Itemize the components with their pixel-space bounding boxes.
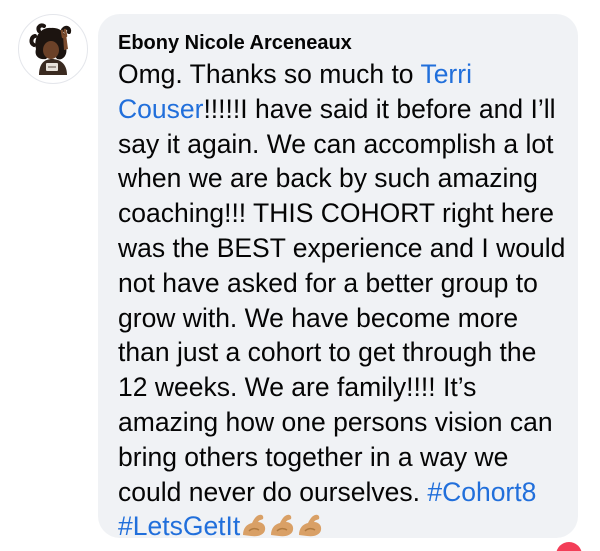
- comment-line: #LetsGetIt: [118, 509, 560, 548]
- mention-link[interactable]: Couser: [118, 94, 203, 124]
- comment-line: bring others together in a way we: [118, 441, 509, 472]
- avatar[interactable]: [18, 14, 88, 84]
- comment-text-segment: Omg. Thanks so much to: [118, 59, 421, 89]
- comment-line: 12 weeks. We are family!!!! It’s: [118, 372, 477, 403]
- avatar-photo-icon: [20, 16, 86, 82]
- comment-line: coaching!!! THIS COHORT right here: [118, 198, 554, 229]
- comment-text-segment: could never do ourselves.: [118, 476, 428, 507]
- flexed-biceps-icon: [240, 511, 268, 548]
- comment-line: say it again. We can accomplish a lot: [118, 128, 554, 159]
- hashtag-link[interactable]: #Cohort8: [427, 477, 536, 507]
- comment-line: was the BEST experience and I would: [118, 232, 566, 263]
- comment-text-segment: !!!!!I have said it before and I’ll: [203, 93, 556, 124]
- flexed-biceps-icon: [268, 511, 296, 548]
- comment-author-name[interactable]: Ebony Nicole Arceneaux: [118, 30, 560, 56]
- comment-text: Omg. Thanks so much to Terri Couser!!!!!…: [118, 57, 566, 548]
- flexed-biceps-icon: [296, 511, 324, 548]
- comment-line: grow with. We have become more: [118, 302, 519, 333]
- hashtag-link[interactable]: #LetsGetIt: [118, 511, 240, 541]
- comment-screenshot: Ebony Nicole Arceneaux Omg. Thanks so mu…: [0, 0, 600, 551]
- comment-line: Couser!!!!!I have said it before and I’l…: [118, 92, 560, 127]
- comment-line: could never do ourselves. #Cohort8: [118, 475, 560, 510]
- comment-line: Omg. Thanks so much to Terri: [118, 57, 560, 92]
- comment-line: when we are back by such amazing: [118, 163, 538, 194]
- comment-bubble: Ebony Nicole Arceneaux Omg. Thanks so mu…: [98, 14, 578, 541]
- comment-line: not have asked for a better group to: [118, 267, 538, 298]
- comment-line: amazing how one persons vision can: [118, 406, 553, 437]
- mention-link[interactable]: Terri: [420, 59, 472, 89]
- comment-line: than just a cohort to get through the: [118, 337, 537, 368]
